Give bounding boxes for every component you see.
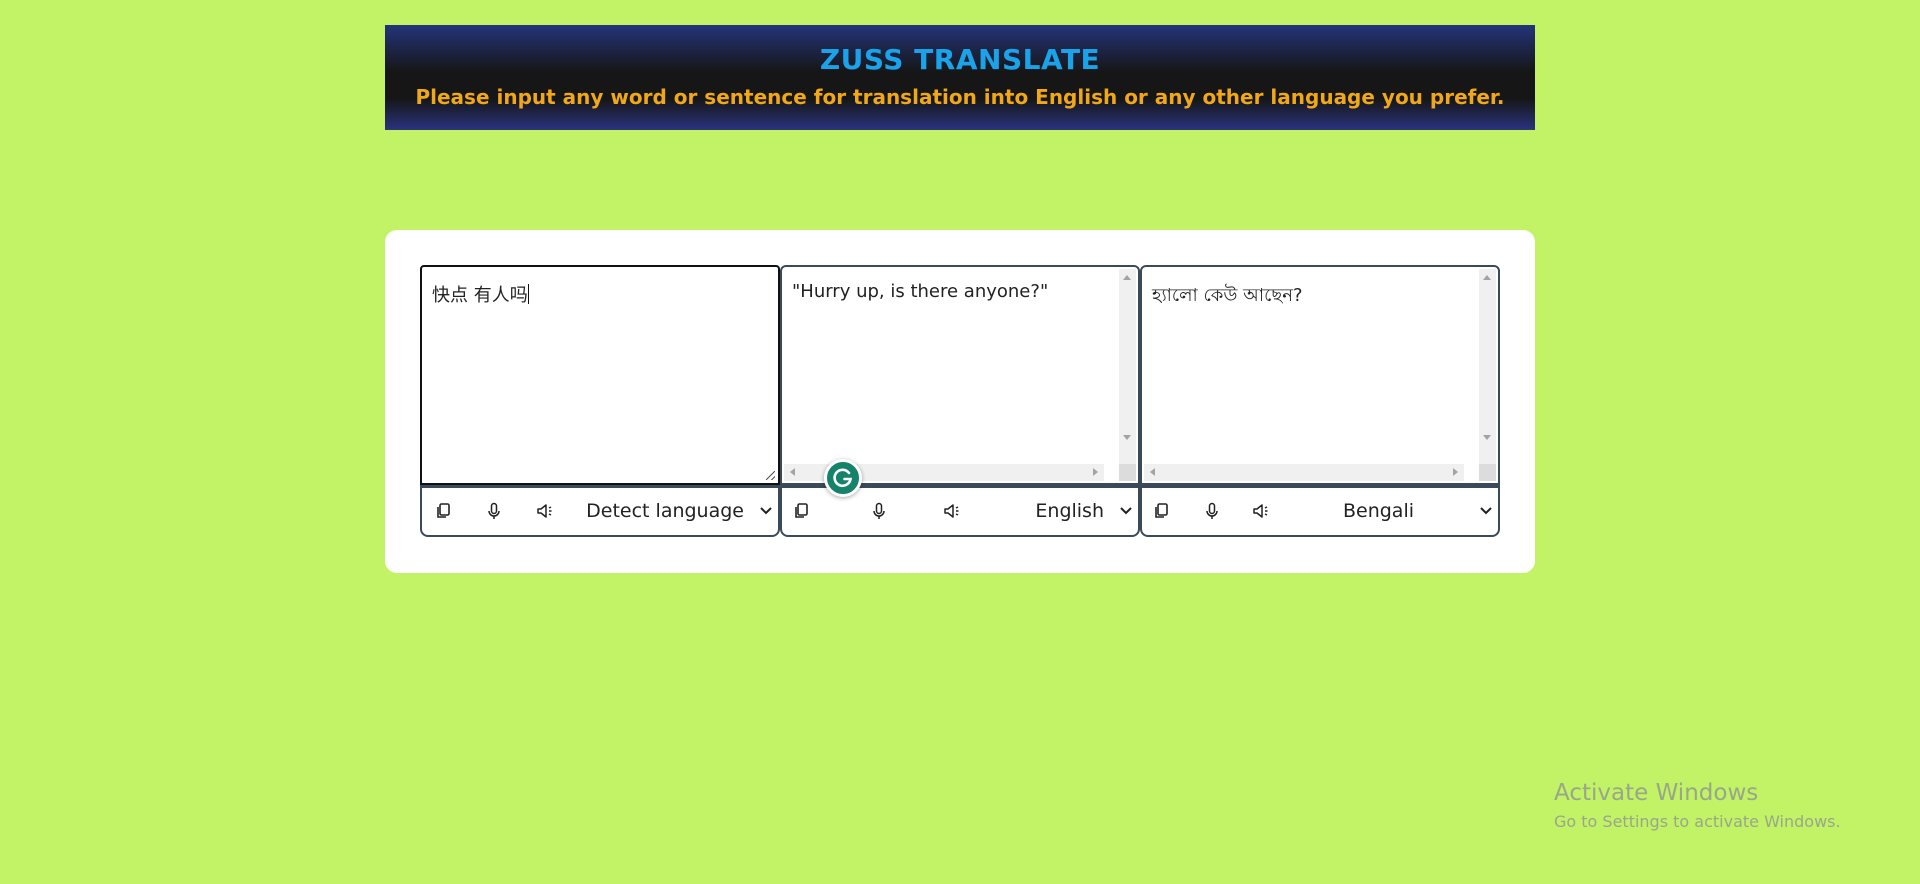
watermark-title: Activate Windows [1554, 780, 1759, 806]
microphone-icon[interactable] [869, 501, 889, 521]
scroll-down-arrow-icon [1483, 435, 1491, 440]
english-textarea[interactable]: "Hurry up, is there anyone?" [780, 265, 1140, 485]
text-cursor [527, 284, 529, 304]
bengali-controls: Bengali [1140, 485, 1500, 537]
copy-icon[interactable] [434, 501, 454, 521]
scroll-up-arrow-icon [1123, 275, 1131, 280]
app-header: ZUSS TRANSLATE Please input any word or … [385, 25, 1535, 130]
chevron-down-icon [1120, 498, 1132, 520]
bengali-text: হ্যালো কেউ আছেন? [1152, 285, 1303, 306]
english-text: "Hurry up, is there anyone?" [792, 281, 1049, 302]
vertical-scrollbar[interactable] [1479, 269, 1496, 465]
speaker-icon[interactable] [535, 501, 555, 521]
horizontal-scrollbar[interactable] [1144, 464, 1464, 481]
source-textarea[interactable]: 快点 有人吗 [420, 265, 780, 485]
scroll-right-arrow-icon [1453, 468, 1458, 476]
copy-icon[interactable] [792, 501, 812, 521]
bengali-panel: হ্যালো কেউ আছেন? Bengali [1140, 265, 1500, 537]
source-language-select[interactable]: Detect language [586, 498, 772, 526]
chevron-down-icon [1480, 498, 1492, 520]
source-language-label: Detect language [586, 500, 744, 522]
source-text: 快点 有人吗 [432, 285, 528, 306]
scrollbar-corner [1479, 464, 1496, 481]
chevron-down-icon [760, 498, 772, 520]
app-title: ZUSS TRANSLATE [819, 43, 1101, 76]
speaker-icon[interactable] [1251, 501, 1271, 521]
bengali-textarea[interactable]: হ্যালো কেউ আছেন? [1140, 265, 1500, 485]
source-panel: 快点 有人吗 Detect language [420, 265, 780, 537]
scroll-down-arrow-icon [1123, 435, 1131, 440]
watermark-subtitle: Go to Settings to activate Windows. [1554, 812, 1841, 831]
vertical-scrollbar[interactable] [1119, 269, 1136, 465]
english-language-select[interactable]: English [1035, 498, 1132, 526]
app-subtitle: Please input any word or sentence for tr… [415, 85, 1505, 109]
scrollbar-corner [1119, 464, 1136, 481]
microphone-icon[interactable] [484, 501, 504, 521]
bengali-language-label: Bengali [1342, 500, 1414, 522]
grammarly-icon[interactable] [824, 459, 862, 497]
microphone-icon[interactable] [1202, 501, 1222, 521]
windows-activation-watermark: Activate Windows Go to Settings to activ… [1554, 780, 1841, 831]
scroll-right-arrow-icon [1093, 468, 1098, 476]
source-controls: Detect language [420, 485, 780, 537]
scroll-up-arrow-icon [1483, 275, 1491, 280]
english-language-label: English [1035, 500, 1104, 522]
scroll-left-arrow-icon [1150, 468, 1155, 476]
speaker-icon[interactable] [942, 501, 962, 521]
scroll-left-arrow-icon [790, 468, 795, 476]
bengali-language-select[interactable]: Bengali [1343, 498, 1492, 526]
copy-icon[interactable] [1152, 501, 1172, 521]
